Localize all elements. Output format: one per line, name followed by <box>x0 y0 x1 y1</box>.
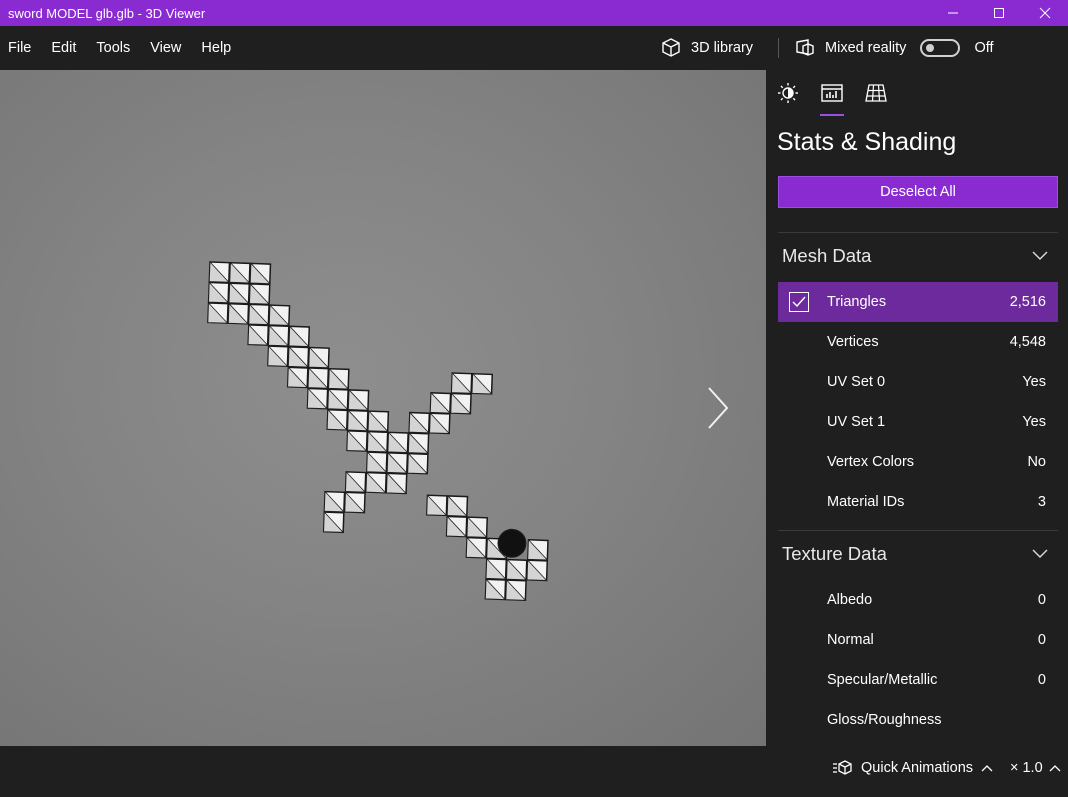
tab-grid[interactable] <box>854 70 898 116</box>
row-name: Material IDs <box>827 494 905 510</box>
checkmark-icon <box>792 296 806 308</box>
row-name: Vertex Colors <box>827 454 915 470</box>
menu-help[interactable]: Help <box>191 26 241 70</box>
speed-label: × 1.0 <box>1010 760 1043 776</box>
minimize-button[interactable] <box>930 0 976 26</box>
menu-tools[interactable]: Tools <box>86 26 140 70</box>
title-bar: sword MODEL glb.glb - 3D Viewer <box>0 0 1068 26</box>
mesh-row-uv-set-0[interactable]: UV Set 0 Yes <box>778 362 1058 402</box>
menu-view[interactable]: View <box>140 26 191 70</box>
tab-lighting[interactable] <box>766 70 810 116</box>
chevron-up-icon <box>981 765 993 772</box>
chevron-up-icon <box>1049 765 1061 772</box>
3d-viewport[interactable] <box>0 70 766 746</box>
texture-data-header[interactable]: Texture Data <box>778 532 1058 576</box>
mesh-row-material-ids[interactable]: Material IDs 3 <box>778 482 1058 522</box>
menu-bar: File Edit Tools View Help 3D library Mix… <box>0 26 1068 70</box>
sword-mesh <box>207 261 549 601</box>
sword-model[interactable] <box>0 70 766 746</box>
mixed-reality-icon <box>796 39 814 56</box>
row-value: 0 <box>1037 592 1046 608</box>
row-value: No <box>1027 454 1046 470</box>
row-name: Vertices <box>827 334 879 350</box>
close-button[interactable] <box>1022 0 1068 26</box>
stats-panel: Stats & Shading Deselect All Mesh Data T… <box>766 70 1068 746</box>
cube-icon <box>662 38 680 57</box>
texture-row-normal[interactable]: Normal 0 <box>778 620 1058 660</box>
mesh-row-vertices[interactable]: Vertices 4,548 <box>778 322 1058 362</box>
row-value: 0 <box>1037 672 1046 688</box>
row-value: 0 <box>1037 632 1046 648</box>
stats-icon <box>821 84 843 102</box>
mixed-reality-toggle[interactable] <box>920 39 961 57</box>
playback-speed-button[interactable]: × 1.0 <box>1010 760 1061 776</box>
triangles-checkbox[interactable] <box>789 292 809 312</box>
quick-animations-label: Quick Animations <box>861 760 974 776</box>
3d-library-button[interactable]: 3D library <box>660 37 753 59</box>
chevron-down-icon <box>1032 549 1048 558</box>
texture-row-albedo[interactable]: Albedo 0 <box>778 580 1058 620</box>
row-name: UV Set 1 <box>827 414 886 430</box>
texture-row-specular-metallic[interactable]: Specular/Metallic 0 <box>778 660 1058 700</box>
mixed-reality-button[interactable]: Mixed reality <box>794 37 906 59</box>
mesh-data-header[interactable]: Mesh Data <box>778 234 1058 278</box>
row-value: Yes <box>1022 374 1046 390</box>
row-value: 2,516 <box>1009 294 1046 310</box>
mesh-row-vertex-colors[interactable]: Vertex Colors No <box>778 442 1058 482</box>
grid-icon <box>865 84 887 102</box>
close-icon <box>1039 7 1051 19</box>
tab-stats[interactable] <box>810 70 854 116</box>
toggle-state-label: Off <box>974 40 994 56</box>
command-area: 3D library Mixed reality Off <box>660 26 994 70</box>
maximize-button[interactable] <box>976 0 1022 26</box>
quick-animations-button[interactable]: Quick Animations <box>833 760 993 776</box>
row-value: 3 <box>1037 494 1046 510</box>
row-name: Gloss/Roughness <box>827 712 942 728</box>
status-bar: Quick Animations × 1.0 <box>0 746 1068 797</box>
window-controls <box>930 0 1068 26</box>
texture-row-gloss-roughness[interactable]: Gloss/Roughness <box>778 700 1058 740</box>
deselect-all-button[interactable]: Deselect All <box>778 176 1058 208</box>
menu-edit[interactable]: Edit <box>41 26 86 70</box>
row-name: Albedo <box>827 592 873 608</box>
row-value: 4,548 <box>1009 334 1046 350</box>
row-value: Yes <box>1022 414 1046 430</box>
menu-file[interactable]: File <box>0 26 41 70</box>
divider <box>778 38 780 58</box>
mesh-row-triangles[interactable]: Triangles 2,516 <box>778 282 1058 322</box>
toggle-knob <box>926 44 935 52</box>
mesh-data-label: Mesh Data <box>782 245 872 266</box>
chevron-down-icon <box>1032 251 1048 260</box>
texture-data-label: Texture Data <box>782 543 887 564</box>
mixed-reality-label: Mixed reality <box>825 40 907 56</box>
mesh-row-uv-set-1[interactable]: UV Set 1 Yes <box>778 402 1058 442</box>
row-name: Specular/Metallic <box>827 672 938 688</box>
3d-library-label: 3D library <box>691 40 754 56</box>
minimize-icon <box>948 12 958 14</box>
sun-icon <box>778 83 798 103</box>
divider <box>778 232 1058 233</box>
panel-title: Stats & Shading <box>777 128 957 156</box>
maximize-icon <box>994 8 1004 18</box>
divider <box>778 530 1058 531</box>
panel-tabs <box>766 70 898 118</box>
animation-cube-icon <box>833 760 852 775</box>
row-name: Normal <box>827 632 874 648</box>
row-name: UV Set 0 <box>827 374 886 390</box>
window-title: sword MODEL glb.glb - 3D Viewer <box>8 5 206 21</box>
row-name: Triangles <box>827 294 887 310</box>
chevron-right-icon[interactable] <box>703 386 733 430</box>
